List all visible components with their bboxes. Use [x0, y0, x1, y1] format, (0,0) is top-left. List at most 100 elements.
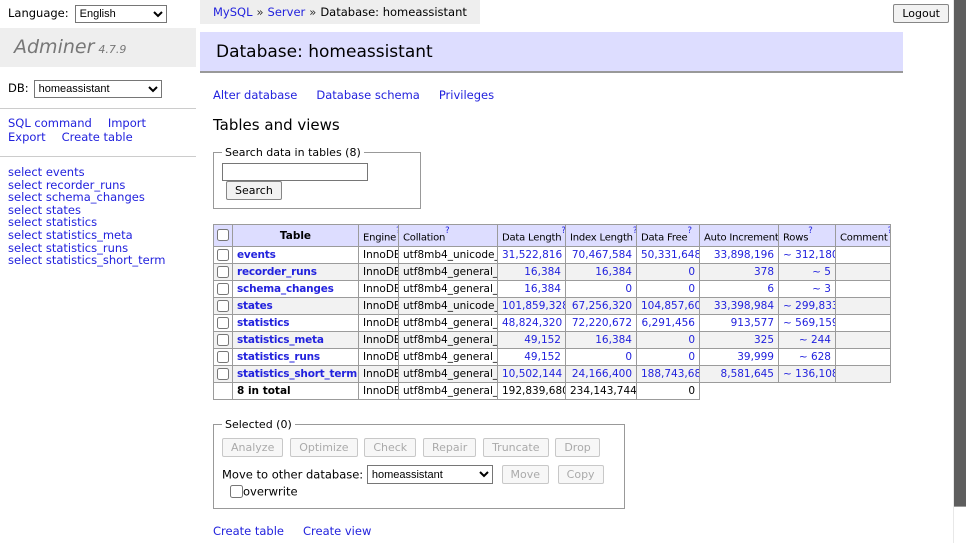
sidebar-item-select-statistics-short-term[interactable]: select statistics_short_term — [8, 254, 196, 267]
data-free-link[interactable]: 0 — [688, 334, 695, 346]
language-select[interactable]: English — [75, 5, 167, 23]
row-checkbox[interactable] — [217, 249, 229, 261]
row-checkbox[interactable] — [217, 334, 229, 346]
table-row: states InnoDB utf8mb4_unicode_ci 101,859… — [214, 298, 891, 315]
rows-count-link[interactable]: ~ 3 — [812, 283, 831, 295]
rows-count-link[interactable]: ~ 244 — [799, 334, 831, 346]
sidebar-link-export[interactable]: Export — [8, 130, 46, 144]
data-length-link[interactable]: 101,859,328 — [502, 300, 566, 312]
rows-count-link[interactable]: ~ 312,180 — [783, 249, 836, 261]
rows-help-link[interactable]: ? — [808, 226, 813, 236]
index-length-link[interactable]: 72,220,672 — [572, 317, 632, 329]
tables-tbody: events InnoDB utf8mb4_unicode_ci 31,522,… — [214, 247, 891, 400]
index-length-link[interactable]: 70,467,584 — [572, 249, 632, 261]
db-select[interactable]: homeassistant — [34, 80, 162, 98]
index-length-link[interactable]: 16,384 — [595, 266, 632, 278]
data-length-help-link[interactable]: ? — [561, 226, 565, 236]
index-length-help-link[interactable]: ? — [633, 226, 637, 236]
index-length-link[interactable]: 67,256,320 — [572, 300, 632, 312]
data-free-link[interactable]: 0 — [688, 351, 695, 363]
comment-help-link[interactable]: ? — [888, 226, 891, 236]
auto-increment-link[interactable]: 378 — [754, 266, 774, 278]
auto-increment-link[interactable]: 39,999 — [737, 351, 774, 363]
auto-increment-link[interactable]: 8,581,645 — [721, 368, 774, 380]
alter-database-link[interactable]: Alter database — [213, 88, 297, 102]
table-row: schema_changes InnoDB utf8mb4_general_ci… — [214, 281, 891, 298]
auto-increment-link[interactable]: 6 — [767, 283, 774, 295]
scrollbar-thumb[interactable] — [954, 0, 966, 507]
data-length-link[interactable]: 49,152 — [524, 351, 561, 363]
rows-count-link[interactable]: ~ 569,159 — [783, 317, 836, 329]
data-free-link[interactable]: 0 — [688, 266, 695, 278]
sidebar-link-sql-command[interactable]: SQL command — [8, 116, 92, 130]
col-auto-increment: Auto Increment? — [700, 225, 779, 247]
table-name-link[interactable]: statistics_meta — [237, 334, 324, 346]
search-input[interactable] — [222, 163, 368, 181]
move-button[interactable]: Move — [502, 465, 550, 484]
table-name-link[interactable]: events — [237, 249, 276, 261]
data-free-link[interactable]: 6,291,456 — [642, 317, 695, 329]
drop-button[interactable]: Drop — [555, 438, 599, 457]
data-length-link[interactable]: 31,522,816 — [502, 249, 562, 261]
data-length-link[interactable]: 16,384 — [524, 266, 561, 278]
data-free-link[interactable]: 104,857,600 — [641, 300, 700, 312]
check-button[interactable]: Check — [364, 438, 416, 457]
scrollbar[interactable] — [953, 0, 966, 543]
table-name-link[interactable]: schema_changes — [237, 283, 334, 295]
rows-count-link[interactable]: ~ 628 — [799, 351, 831, 363]
auto-increment-link[interactable]: 913,577 — [731, 317, 774, 329]
col-index-length: Index Length? — [566, 225, 637, 247]
search-button[interactable]: Search — [226, 181, 282, 200]
data-length-link[interactable]: 49,152 — [524, 334, 561, 346]
collation-cell: utf8mb4_general_ci — [399, 366, 498, 383]
optimize-button[interactable]: Optimize — [290, 438, 357, 457]
auto-increment-link[interactable]: 33,898,196 — [714, 249, 774, 261]
rows-count-link[interactable]: ~ 136,108 — [783, 368, 836, 380]
copy-button[interactable]: Copy — [558, 465, 604, 484]
engine-cell: InnoDB — [359, 349, 399, 366]
auto-increment-link[interactable]: 33,398,984 — [714, 300, 774, 312]
rows-count-link[interactable]: ~ 299,833 — [783, 300, 836, 312]
data-free-link[interactable]: 188,743,680 — [641, 368, 700, 380]
row-checkbox[interactable] — [217, 300, 229, 312]
table-name-link[interactable]: statistics_runs — [237, 351, 320, 363]
sidebar-item-select-statistics-meta[interactable]: select statistics_meta — [8, 229, 196, 242]
index-length-link[interactable]: 16,384 — [595, 334, 632, 346]
move-database-select[interactable]: homeassistant — [367, 465, 493, 484]
overwrite-checkbox[interactable] — [230, 485, 243, 498]
data-free-link[interactable]: 50,331,648 — [641, 249, 700, 261]
select-all-checkbox[interactable] — [217, 229, 229, 241]
table-name-link[interactable]: statistics_short_term — [237, 368, 357, 380]
rows-count-link[interactable]: ~ 5 — [812, 266, 831, 278]
create-table-link[interactable]: Create table — [213, 524, 284, 538]
data-free-link[interactable]: 0 — [688, 283, 695, 295]
row-checkbox[interactable] — [217, 317, 229, 329]
truncate-button[interactable]: Truncate — [483, 438, 548, 457]
index-length-link[interactable]: 0 — [625, 351, 632, 363]
data-length-link[interactable]: 16,384 — [524, 283, 561, 295]
row-checkbox[interactable] — [217, 283, 229, 295]
table-name-link[interactable]: statistics — [237, 317, 289, 329]
privileges-link[interactable]: Privileges — [439, 88, 494, 102]
engine-cell: InnoDB — [359, 281, 399, 298]
row-checkbox[interactable] — [217, 351, 229, 363]
sidebar-link-import[interactable]: Import — [108, 116, 146, 130]
index-length-link[interactable]: 0 — [625, 283, 632, 295]
analyze-button[interactable]: Analyze — [222, 438, 283, 457]
repair-button[interactable]: Repair — [423, 438, 476, 457]
data-free-help-link[interactable]: ? — [687, 226, 692, 236]
sidebar-link-create-table[interactable]: Create table — [62, 130, 133, 144]
auto-increment-link[interactable]: 325 — [754, 334, 774, 346]
table-name-link[interactable]: states — [237, 300, 273, 312]
data-length-link[interactable]: 48,824,320 — [502, 317, 562, 329]
index-length-link[interactable]: 24,166,400 — [572, 368, 632, 380]
sidebar-item-select-events[interactable]: select events — [8, 166, 196, 179]
row-checkbox[interactable] — [217, 266, 229, 278]
table-name-link[interactable]: recorder_runs — [237, 266, 317, 278]
collation-help-link[interactable]: ? — [445, 226, 450, 236]
row-checkbox[interactable] — [217, 368, 229, 380]
database-schema-link[interactable]: Database schema — [316, 88, 419, 102]
sidebar-item-select-schema-changes[interactable]: select schema_changes — [8, 191, 196, 204]
create-view-link[interactable]: Create view — [303, 524, 371, 538]
data-length-link[interactable]: 10,502,144 — [502, 368, 562, 380]
